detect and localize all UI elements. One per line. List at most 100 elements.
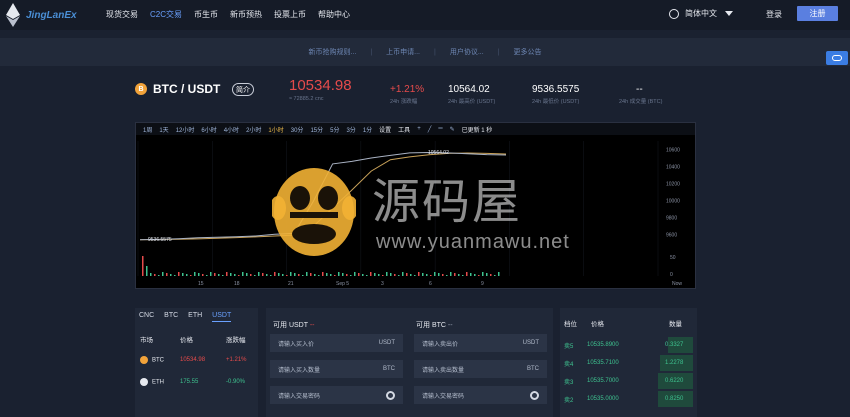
x-tick-label: 15: [198, 281, 204, 287]
volume-bar: [258, 272, 260, 276]
period-1m[interactable]: 1分: [363, 125, 372, 134]
chart-toolbar: 1周 1天 12小时 6小时 4小时 2小时 1小时 30分 15分 5分 3分…: [136, 123, 695, 135]
y-tick-label: 10200: [666, 181, 680, 187]
intro-button[interactable]: 简介: [232, 83, 254, 96]
volume-bar: [350, 275, 352, 276]
volume-bar: [322, 272, 324, 276]
notice-separator: |: [434, 48, 436, 56]
crosshair-icon[interactable]: +: [417, 126, 421, 132]
buy-price-placeholder: 请输入买入价: [278, 341, 315, 348]
nav-spot-trade[interactable]: 现货交易: [106, 9, 138, 20]
chart-tools-button[interactable]: 工具: [398, 125, 410, 134]
order-book-header: 档位 价格 数量: [560, 308, 697, 328]
volume-bar: [290, 272, 292, 276]
tab-btc[interactable]: BTC: [164, 312, 178, 322]
volume-bar: [370, 272, 372, 276]
tab-usdt[interactable]: USDT: [212, 312, 232, 322]
period-12h[interactable]: 12小时: [176, 125, 195, 134]
btc-coin-icon: [140, 356, 148, 364]
notice-link-agreement[interactable]: 用户协议...: [450, 47, 484, 57]
tab-eth[interactable]: ETH: [188, 312, 202, 322]
period-5m[interactable]: 5分: [330, 125, 339, 134]
volume-bar: [230, 273, 232, 276]
period-4h[interactable]: 4小时: [224, 125, 239, 134]
period-1d[interactable]: 1天: [159, 125, 168, 134]
ob-price: 10535.7000: [587, 378, 619, 384]
ob-amount: 0.6220: [665, 378, 684, 384]
sell-price-input[interactable]: 请输入卖出价 USDT: [414, 334, 547, 352]
ob-price: 10535.8900: [587, 342, 619, 348]
ob-price: 10535.7100: [587, 360, 619, 366]
period-3m[interactable]: 3分: [346, 125, 355, 134]
gear-icon[interactable]: [386, 390, 395, 400]
language-selector[interactable]: 简体中文: [669, 8, 733, 19]
ob-price: 10535.0000: [587, 396, 619, 402]
market-coin-name: BTC: [152, 357, 164, 364]
col-market: 市场: [140, 337, 153, 344]
sell-amount-input[interactable]: 请输入卖出数量 BTC: [414, 360, 547, 378]
nav-c2c-trade[interactable]: C2C交易: [150, 9, 182, 20]
nav-coin-earn[interactable]: 币生币: [194, 9, 218, 20]
volume-bar: [382, 275, 384, 276]
register-button[interactable]: 注册: [797, 6, 838, 21]
gear-icon[interactable]: [530, 390, 539, 400]
order-book-row[interactable]: 卖2 10535.0000 0.8250: [560, 390, 697, 408]
volume-bar: [486, 273, 488, 276]
notice-link-rules[interactable]: 新币抢购规则...: [308, 47, 356, 57]
chart-refresh-status: 已更新 1 秒: [461, 127, 493, 134]
buy-amount-input[interactable]: 请输入买入数量 BTC: [270, 360, 403, 378]
cloud-icon[interactable]: [826, 51, 848, 65]
period-15m[interactable]: 15分: [310, 125, 323, 134]
hline-tool-icon[interactable]: ═: [438, 126, 442, 132]
volume-bar: [210, 272, 212, 276]
volume-bar: [498, 272, 500, 276]
nav-vote-listing[interactable]: 投票上币: [274, 9, 306, 20]
notice-link-more[interactable]: 更多公告: [514, 47, 542, 57]
period-2h[interactable]: 2小时: [246, 125, 261, 134]
buy-price-input[interactable]: 请输入买入价 USDT: [270, 334, 403, 352]
period-6h[interactable]: 6小时: [201, 125, 216, 134]
volume-tick-label: 0: [670, 272, 673, 278]
brush-tool-icon[interactable]: ✎: [450, 126, 455, 133]
volume-bar: [182, 273, 184, 276]
sell-password-input[interactable]: 请输入交易密码: [414, 386, 547, 404]
volume-bar: [494, 275, 496, 276]
nav-help-center[interactable]: 帮助中心: [318, 9, 350, 20]
x-tick-label: 21: [288, 281, 294, 287]
watermark-url: www.yuanmawu.net: [376, 231, 570, 253]
monkey-logo-icon: [272, 168, 356, 256]
volume-bar: [442, 274, 444, 276]
ob-level: 卖4: [564, 361, 574, 368]
volume-bar: [378, 274, 380, 276]
logo[interactable]: JingLanEx: [6, 3, 77, 27]
last-price-cny: ≈ 72885.2 cnc: [289, 96, 324, 102]
notice-link-listing[interactable]: 上币申请...: [386, 47, 420, 57]
login-link[interactable]: 登录: [766, 9, 782, 20]
change-value: +1.21%: [390, 84, 425, 95]
market-change: -0.90%: [226, 379, 246, 385]
nav-new-coin-preheat[interactable]: 新币预热: [230, 9, 262, 20]
market-price: 10534.98: [180, 357, 206, 363]
line-tool-icon[interactable]: ╱: [428, 126, 432, 133]
buy-password-input[interactable]: 请输入交易密码: [270, 386, 403, 404]
order-book-row[interactable]: 卖4 10535.7100 1.2278: [560, 354, 697, 372]
market-row-eth[interactable]: ETH 175.55 -0.90%: [135, 372, 258, 392]
order-book-row[interactable]: 卖5 10535.8900 0.3327: [560, 336, 697, 354]
market-change: +1.21%: [226, 357, 247, 363]
chart-settings-button[interactable]: 设置: [379, 125, 391, 134]
buy-amount-unit: BTC: [383, 366, 395, 372]
order-book-row[interactable]: 卖3 10535.7000 0.6220: [560, 372, 697, 390]
volume-bar: [206, 275, 208, 276]
period-30m[interactable]: 30分: [291, 125, 304, 134]
y-tick-label: 10600: [666, 147, 680, 153]
volume-bar: [354, 272, 356, 276]
period-1w[interactable]: 1周: [143, 125, 152, 134]
trade-form-panel: 可用 USDT -- 可用 BTC -- 请输入买入价 USDT 请输入买入数量 B…: [266, 308, 553, 417]
tab-cnc[interactable]: CNC: [139, 312, 154, 322]
volume-bar: [306, 272, 308, 276]
period-1h[interactable]: 1小时: [268, 125, 283, 134]
x-tick-label: 9: [481, 281, 484, 287]
volume-bar: [150, 273, 152, 276]
volume-bar: [266, 274, 268, 276]
market-row-btc[interactable]: BTC 10534.98 +1.21%: [135, 350, 258, 370]
